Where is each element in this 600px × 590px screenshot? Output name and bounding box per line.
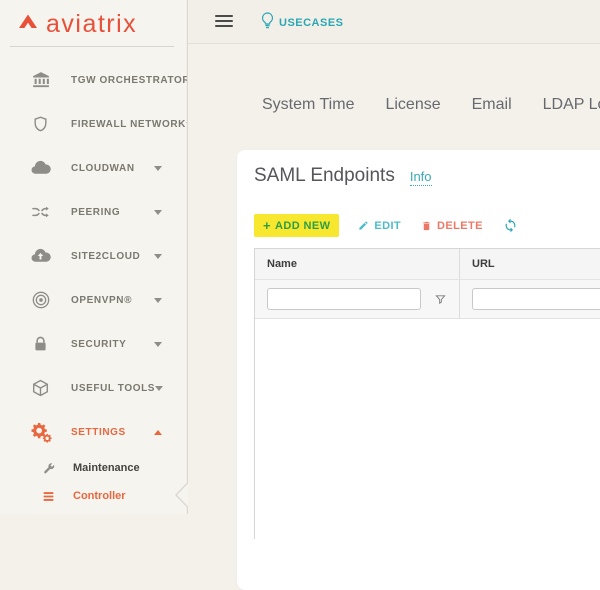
target-icon bbox=[29, 289, 52, 312]
tab-license[interactable]: License bbox=[385, 96, 440, 114]
refresh-icon bbox=[503, 218, 518, 233]
sidebar-item-cloudwan[interactable]: CLOUDWAN bbox=[0, 146, 188, 190]
sidebar-item-label: FIREWALL NETWORK bbox=[71, 119, 186, 130]
sidebar-item-label: CLOUDWAN bbox=[71, 163, 135, 174]
sidebar-subitem-maintenance[interactable]: Maintenance bbox=[0, 454, 188, 482]
edit-label: EDIT bbox=[374, 220, 401, 232]
sidebar-item-useful-tools[interactable]: USEFUL TOOLS bbox=[0, 366, 188, 410]
sidebar-subitem-controller[interactable]: Controller bbox=[0, 482, 188, 510]
cloud-upload-icon bbox=[29, 245, 52, 268]
refresh-button[interactable] bbox=[503, 218, 518, 233]
sidebar-nav: TGW ORCHESTRATOR FIREWALL NETWORK CLOUDW… bbox=[0, 47, 188, 510]
wrench-icon bbox=[41, 461, 55, 475]
add-new-button[interactable]: + ADD NEW bbox=[254, 214, 339, 237]
chevron-down-icon bbox=[155, 386, 163, 391]
plus-icon: + bbox=[263, 219, 271, 232]
sidebar-item-tgw-orchestrator[interactable]: TGW ORCHESTRATOR bbox=[0, 58, 188, 102]
settings-tabs: System Time License Email LDAP Login bbox=[262, 96, 600, 114]
table-header-row: Name URL bbox=[255, 249, 600, 280]
lock-icon bbox=[29, 333, 52, 356]
chevron-down-icon bbox=[154, 342, 162, 347]
tab-email[interactable]: Email bbox=[472, 96, 512, 114]
sidebar-item-firewall-network[interactable]: FIREWALL NETWORK bbox=[0, 102, 188, 146]
table-filter-row bbox=[255, 280, 600, 319]
sidebar-subitem-label: Controller bbox=[73, 490, 126, 502]
chevron-down-icon bbox=[154, 254, 162, 259]
main-content: System Time License Email LDAP Login SAM… bbox=[188, 44, 600, 514]
package-icon bbox=[29, 377, 52, 400]
tab-system-time[interactable]: System Time bbox=[262, 96, 354, 114]
tab-ldap-login[interactable]: LDAP Login bbox=[543, 96, 600, 114]
saml-endpoints-card: SAML Endpoints Info + ADD NEW EDIT DELET… bbox=[237, 150, 600, 590]
sidebar-item-peering[interactable]: PEERING bbox=[0, 190, 188, 234]
usecases-label: USECASES bbox=[279, 17, 344, 29]
sidebar-item-label: USEFUL TOOLS bbox=[71, 383, 155, 394]
chevron-up-icon bbox=[154, 430, 162, 435]
column-header-url: URL bbox=[460, 258, 495, 270]
lightbulb-icon bbox=[260, 11, 275, 35]
shuffle-icon bbox=[29, 201, 52, 224]
sidebar-item-label: SETTINGS bbox=[71, 427, 126, 438]
info-link[interactable]: Info bbox=[410, 169, 432, 186]
sidebar-item-security[interactable]: SECURITY bbox=[0, 322, 188, 366]
list-icon bbox=[41, 489, 55, 503]
hamburger-menu-button[interactable] bbox=[215, 15, 233, 30]
table-body-empty bbox=[255, 319, 600, 539]
chevron-down-icon bbox=[154, 298, 162, 303]
sidebar-item-label: TGW ORCHESTRATOR bbox=[71, 75, 190, 86]
sidebar-item-label: SITE2CLOUD bbox=[71, 251, 140, 262]
aviatrix-logo-icon bbox=[15, 11, 41, 38]
gears-icon bbox=[29, 421, 52, 444]
brand-name: aviatrix bbox=[46, 12, 137, 37]
column-header-name: Name bbox=[255, 258, 297, 270]
usecases-button[interactable]: USECASES bbox=[260, 11, 344, 35]
sidebar-item-settings[interactable]: SETTINGS bbox=[0, 410, 188, 454]
page-title: SAML Endpoints bbox=[254, 165, 395, 187]
name-filter-input[interactable] bbox=[267, 288, 421, 310]
url-filter-input[interactable] bbox=[472, 288, 600, 310]
saml-endpoints-table: Name URL bbox=[254, 248, 600, 539]
sidebar: aviatrix TGW ORCHESTRATOR FIREWALL NETWO… bbox=[0, 0, 188, 514]
pencil-icon bbox=[358, 220, 369, 231]
bank-icon bbox=[29, 69, 52, 92]
add-new-label: ADD NEW bbox=[275, 220, 330, 232]
sidebar-item-label: SECURITY bbox=[71, 339, 126, 350]
shield-icon bbox=[29, 113, 52, 136]
trash-icon bbox=[421, 220, 432, 232]
sidebar-item-label: OPENVPN® bbox=[71, 295, 132, 306]
delete-button[interactable]: DELETE bbox=[421, 220, 483, 232]
sidebar-subitem-label: Maintenance bbox=[73, 462, 140, 474]
sidebar-item-label: PEERING bbox=[71, 207, 120, 218]
chevron-down-icon bbox=[154, 210, 162, 215]
edit-button[interactable]: EDIT bbox=[358, 220, 401, 232]
cloud-icon bbox=[29, 157, 52, 180]
topbar: USECASES bbox=[188, 0, 600, 44]
aviatrix-logo[interactable]: aviatrix bbox=[0, 0, 188, 47]
chevron-down-icon bbox=[154, 166, 162, 171]
logo-divider bbox=[10, 46, 174, 47]
toolbar: + ADD NEW EDIT DELETE bbox=[254, 214, 600, 237]
delete-label: DELETE bbox=[437, 220, 483, 232]
sidebar-item-openvpn[interactable]: OPENVPN® bbox=[0, 278, 188, 322]
filter-funnel-icon[interactable] bbox=[435, 294, 446, 305]
sidebar-item-site2cloud[interactable]: SITE2CLOUD bbox=[0, 234, 188, 278]
